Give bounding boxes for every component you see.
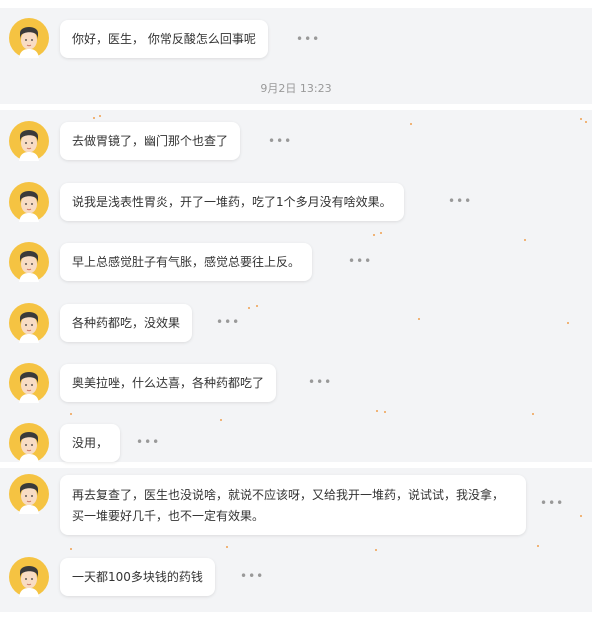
avatar-icon[interactable] bbox=[9, 242, 49, 282]
message-bubble[interactable]: 你好，医生， 你常反酸怎么回事呢 bbox=[60, 20, 268, 58]
more-options-icon[interactable]: ••• bbox=[540, 497, 564, 509]
more-options-icon[interactable]: ••• bbox=[308, 376, 332, 388]
message-bubble[interactable]: 去做胃镜了，幽门那个也查了 bbox=[60, 122, 241, 160]
avatar-icon[interactable] bbox=[9, 474, 49, 514]
more-options-icon[interactable]: ••• bbox=[448, 195, 472, 207]
message-bubble[interactable]: 早上总感觉肚子有气胀，感觉总要往上反。 bbox=[60, 243, 313, 281]
avatar-icon[interactable] bbox=[9, 18, 49, 58]
message-bubble[interactable]: 一天都100多块钱的药钱 bbox=[60, 558, 215, 596]
avatar-icon[interactable] bbox=[9, 557, 49, 597]
message-bubble[interactable]: 再去复查了，医生也没说啥，就说不应该呀，又给我开一堆药，说试试，我没拿，买一堆要… bbox=[60, 475, 526, 535]
chat-band-middle bbox=[0, 110, 592, 462]
avatar-icon[interactable] bbox=[9, 423, 49, 463]
avatar-icon[interactable] bbox=[9, 363, 49, 403]
message-bubble[interactable]: 奥美拉唑，什么达喜，各种药都吃了 bbox=[60, 364, 277, 402]
avatar-icon[interactable] bbox=[9, 303, 49, 343]
more-options-icon[interactable]: ••• bbox=[216, 316, 240, 328]
message-bubble[interactable]: 说我是浅表性胃炎，开了一堆药，吃了1个多月没有啥效果。 bbox=[60, 183, 404, 221]
avatar-icon[interactable] bbox=[9, 182, 49, 222]
message-bubble[interactable]: 各种药都吃，没效果 bbox=[60, 304, 193, 342]
more-options-icon[interactable]: ••• bbox=[296, 33, 320, 45]
more-options-icon[interactable]: ••• bbox=[268, 135, 292, 147]
timestamp: 9月2日 13:23 bbox=[260, 82, 332, 95]
more-options-icon[interactable]: ••• bbox=[348, 255, 372, 267]
message-bubble[interactable]: 没用， bbox=[60, 424, 121, 462]
more-options-icon[interactable]: ••• bbox=[136, 436, 160, 448]
more-options-icon[interactable]: ••• bbox=[240, 570, 264, 582]
avatar-icon[interactable] bbox=[9, 121, 49, 161]
